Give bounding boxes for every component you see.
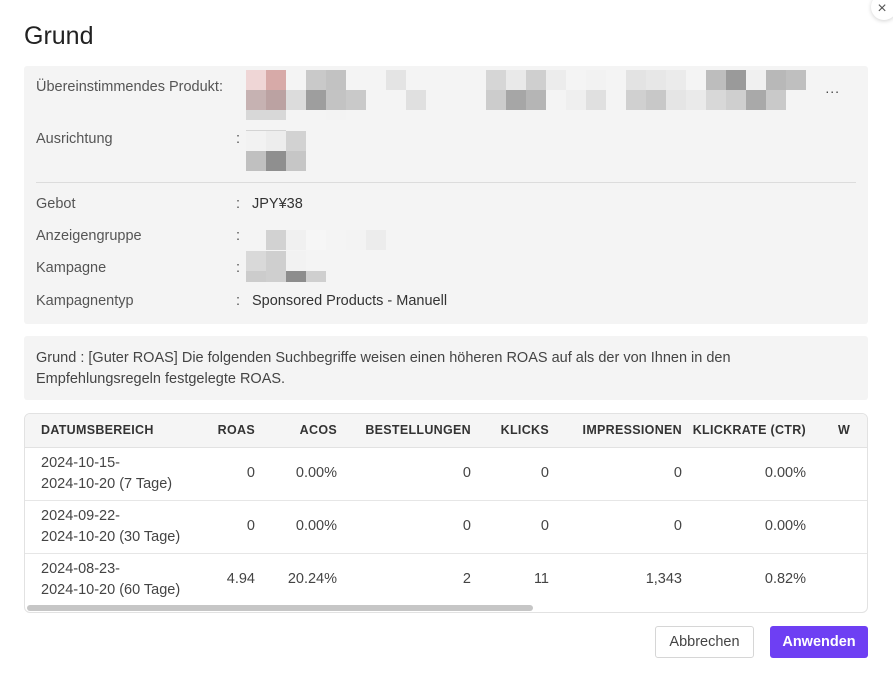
cell-more — [824, 553, 867, 606]
horizontal-scrollbar[interactable] — [25, 604, 867, 612]
cell-orders: 0 — [337, 500, 471, 554]
table-row: 2024-09-22- 2024-10-20 (30 Tage) 0 0.00% … — [25, 500, 867, 554]
campaign-value-image — [246, 251, 326, 282]
cell-ctr: 0.00% — [682, 447, 824, 501]
dialog-title: Grund — [24, 22, 94, 50]
cell-roas: 0 — [197, 500, 255, 554]
campaign-type-label: Kampagnentyp — [36, 293, 134, 309]
cell-more — [824, 500, 867, 554]
matched-product-image — [246, 70, 806, 110]
cell-clicks: 0 — [471, 500, 549, 554]
col-acos: ACOS — [255, 414, 337, 448]
cell-acos: 0.00% — [255, 447, 337, 501]
targeting-colon: : — [236, 131, 241, 147]
cell-orders: 0 — [337, 447, 471, 501]
range-start: 2024-09-22- — [41, 507, 120, 524]
col-impressions: IMPRESSIONEN — [549, 414, 682, 448]
cell-impressions: 0 — [549, 447, 682, 501]
range-end: 2024-10-20 (7 Tage) — [41, 475, 173, 492]
cell-date-range: 2024-09-22- 2024-10-20 (30 Tage) — [25, 500, 197, 554]
range-start: 2024-10-15- — [41, 454, 120, 471]
metrics-table: DATUMSBEREICH ROAS ACOS BESTELLUNGEN KLI… — [24, 413, 868, 613]
cell-acos: 20.24% — [287, 571, 337, 588]
cell-roas: 4.94 — [226, 571, 255, 588]
cell-clicks: 11 — [533, 571, 549, 588]
reason-panel: Grund : [Guter ROAS] Die folgenden Suchb… — [24, 336, 868, 400]
range-start: 2024-08-23- — [41, 560, 120, 577]
bid-value: JPY¥38 — [252, 196, 303, 212]
reason-text: Grund : [Guter ROAS] Die folgenden Suchb… — [36, 350, 731, 387]
table-header-row: DATUMSBEREICH ROAS ACOS BESTELLUNGEN KLI… — [25, 414, 867, 448]
cancel-button[interactable]: Abbrechen — [655, 626, 754, 658]
cell-ctr: 0.00% — [682, 500, 824, 554]
campaign-type-colon: : — [236, 293, 241, 309]
cell-date-range: 2024-08-23- 2024-10-20 (60 Tage) — [25, 553, 197, 606]
ad-group-label: Anzeigengruppe — [36, 228, 142, 244]
cell-date-range: 2024-10-15- 2024-10-20 (7 Tage) — [25, 447, 197, 501]
range-end: 2024-10-20 (30 Tage) — [41, 528, 181, 545]
close-icon[interactable]: × — [871, 0, 893, 20]
info-panel: Übereinstimmendes Produkt: ... Ausrichtu… — [24, 66, 868, 324]
scrollbar-thumb[interactable] — [27, 605, 533, 611]
col-clicks: KLICKS — [471, 414, 549, 448]
bid-colon: : — [236, 196, 241, 212]
matched-product-label: Übereinstimmendes Produkt: — [36, 79, 223, 95]
col-date-range: DATUMSBEREICH — [25, 414, 197, 448]
cell-impressions: 0 — [549, 500, 682, 554]
col-roas: ROAS — [197, 414, 255, 448]
cell-ctr: 0.82% — [764, 571, 806, 588]
range-end: 2024-10-20 (60 Tage) — [41, 581, 181, 598]
col-more: W — [824, 414, 867, 448]
cell-impressions: 1,343 — [645, 571, 682, 588]
col-ctr: KLICKRATE (CTR) — [682, 414, 824, 448]
cell-orders: 2 — [462, 571, 471, 588]
cell-roas: 0 — [197, 447, 255, 501]
targeting-image-2 — [246, 131, 306, 171]
targeting-label: Ausrichtung — [36, 131, 113, 147]
apply-button[interactable]: Anwenden — [770, 626, 868, 658]
campaign-colon: : — [236, 260, 241, 276]
cell-more — [824, 447, 867, 501]
col-orders: BESTELLUNGEN — [337, 414, 471, 448]
bid-label: Gebot — [36, 196, 76, 212]
table-row: 2024-10-15- 2024-10-20 (7 Tage) 0 0.00% 0… — [25, 447, 867, 501]
cell-acos: 0.00% — [255, 500, 337, 554]
table-row: 2024-08-23- 2024-10-20 (60 Tage) 4.94 20.… — [25, 553, 867, 606]
more-icon[interactable]: ... — [825, 80, 840, 96]
info-divider — [36, 182, 856, 183]
matched-product-detail — [246, 110, 346, 130]
cell-clicks: 0 — [471, 447, 549, 501]
ad-group-value-image — [246, 230, 386, 250]
ad-group-colon: : — [236, 228, 241, 244]
campaign-type-value: Sponsored Products - Manuell — [252, 293, 448, 309]
campaign-label: Kampagne — [36, 260, 107, 276]
